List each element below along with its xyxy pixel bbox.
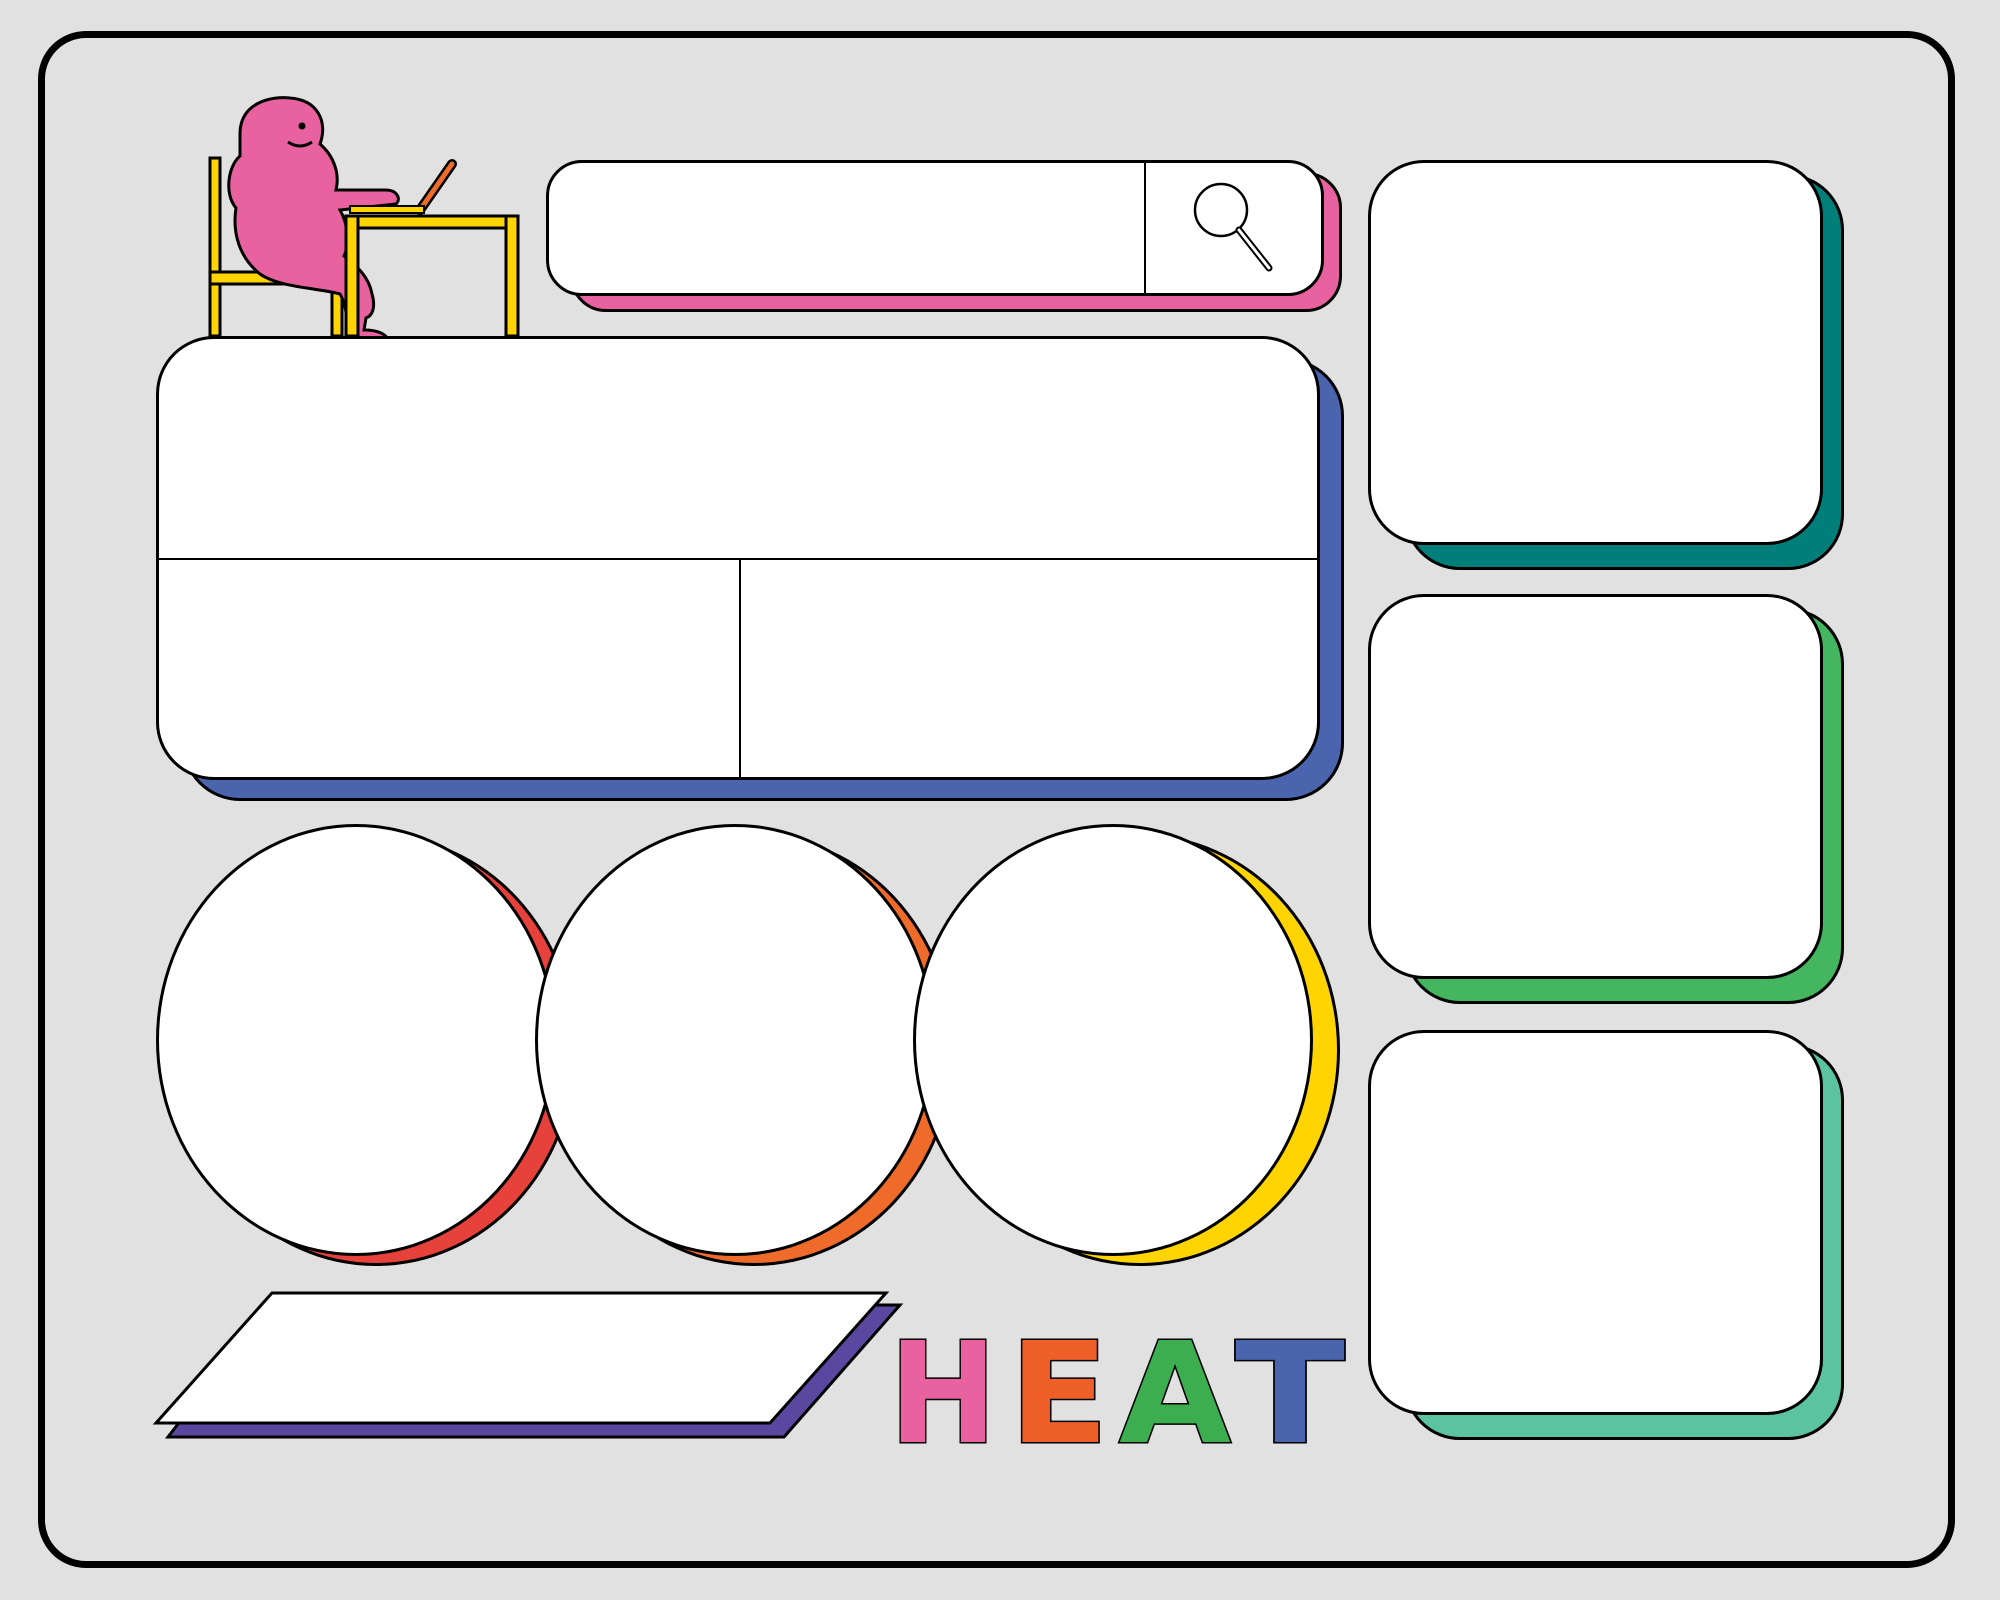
heat-letter-e: E	[1009, 1320, 1109, 1450]
search-button[interactable]	[1144, 163, 1321, 293]
search-input[interactable]	[549, 163, 1144, 293]
circle-2	[535, 824, 935, 1256]
main-panel-top-section	[159, 339, 1317, 560]
heat-letter-a: A	[1119, 1320, 1231, 1450]
search-icon	[1193, 182, 1272, 272]
heat-letter-h: H	[889, 1320, 997, 1450]
parallelogram-banner	[152, 1291, 904, 1439]
search-bar[interactable]	[546, 160, 1324, 296]
side-card-2	[1368, 594, 1823, 979]
circle-3	[913, 824, 1313, 1256]
side-card-3	[1368, 1030, 1823, 1415]
person-at-desk-icon	[208, 96, 520, 340]
side-card-1	[1368, 160, 1823, 545]
heat-letter-t: T	[1235, 1320, 1345, 1450]
heat-title: H E A T	[888, 1320, 1347, 1450]
main-panel	[156, 336, 1320, 780]
main-panel-bottom-left-section	[159, 560, 741, 777]
main-panel-bottom-right-section	[741, 560, 1317, 777]
circle-1	[156, 824, 556, 1256]
